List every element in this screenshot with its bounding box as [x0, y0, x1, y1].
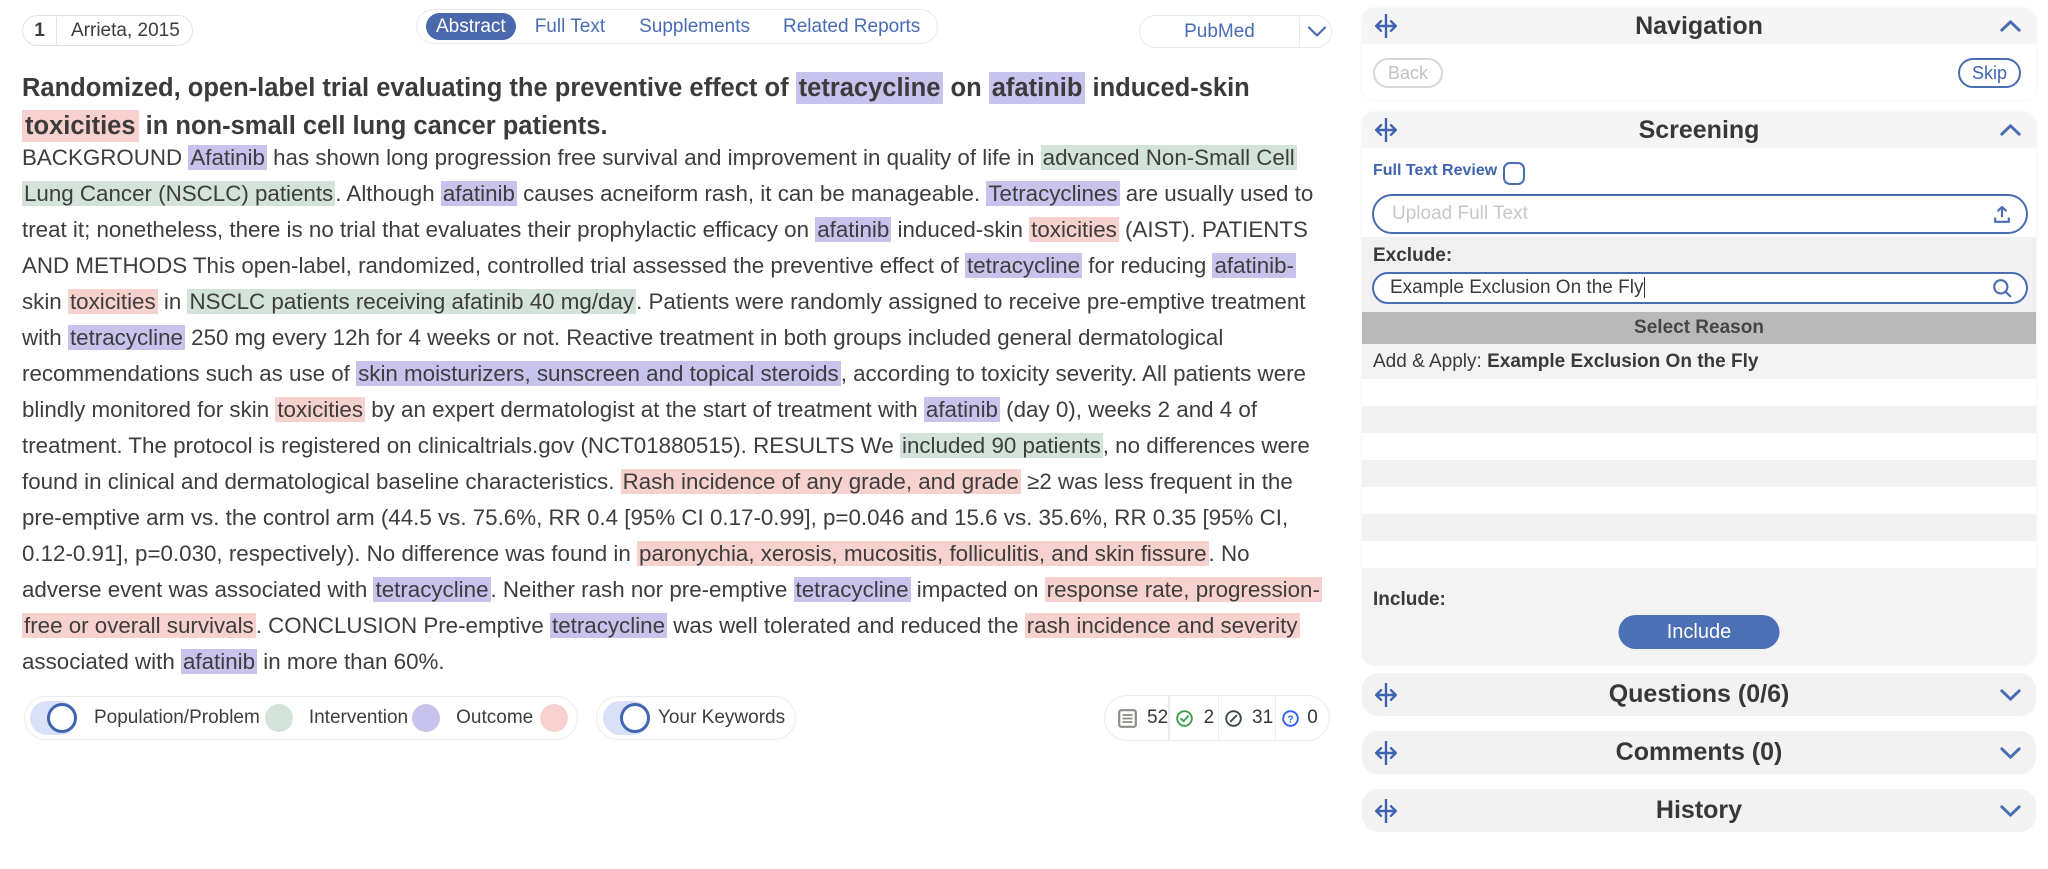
svg-text:?: ?: [1288, 713, 1294, 725]
